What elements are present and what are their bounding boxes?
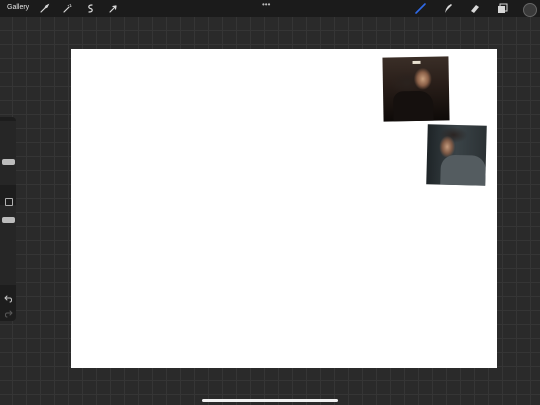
magic-wand-icon[interactable] bbox=[61, 2, 74, 15]
brush-size-slider[interactable] bbox=[0, 121, 16, 185]
color-picker-button[interactable] bbox=[523, 3, 537, 17]
smudge-icon[interactable] bbox=[441, 2, 454, 15]
home-indicator bbox=[202, 399, 338, 402]
photo-1[interactable] bbox=[382, 56, 450, 122]
modify-button[interactable] bbox=[5, 198, 13, 206]
brush-size-thumb[interactable] bbox=[2, 159, 15, 165]
brush-icon[interactable] bbox=[414, 2, 427, 15]
layers-icon[interactable] bbox=[496, 2, 509, 15]
photo-2[interactable] bbox=[426, 124, 487, 186]
wrench-icon[interactable] bbox=[38, 2, 51, 15]
left-sidebar bbox=[0, 117, 16, 321]
redo-icon[interactable] bbox=[4, 305, 13, 323]
opacity-thumb[interactable] bbox=[2, 217, 15, 223]
transform-icon[interactable] bbox=[107, 2, 120, 15]
photo-2-figure bbox=[440, 154, 486, 186]
opacity-slider[interactable] bbox=[0, 205, 16, 285]
photo-1-figure bbox=[393, 90, 434, 122]
more-menu-icon[interactable]: ••• bbox=[262, 1, 270, 9]
eraser-icon[interactable] bbox=[468, 2, 481, 15]
selection-icon[interactable] bbox=[84, 2, 97, 15]
top-toolbar: Gallery ••• bbox=[0, 0, 540, 17]
gallery-button[interactable]: Gallery bbox=[7, 3, 29, 13]
